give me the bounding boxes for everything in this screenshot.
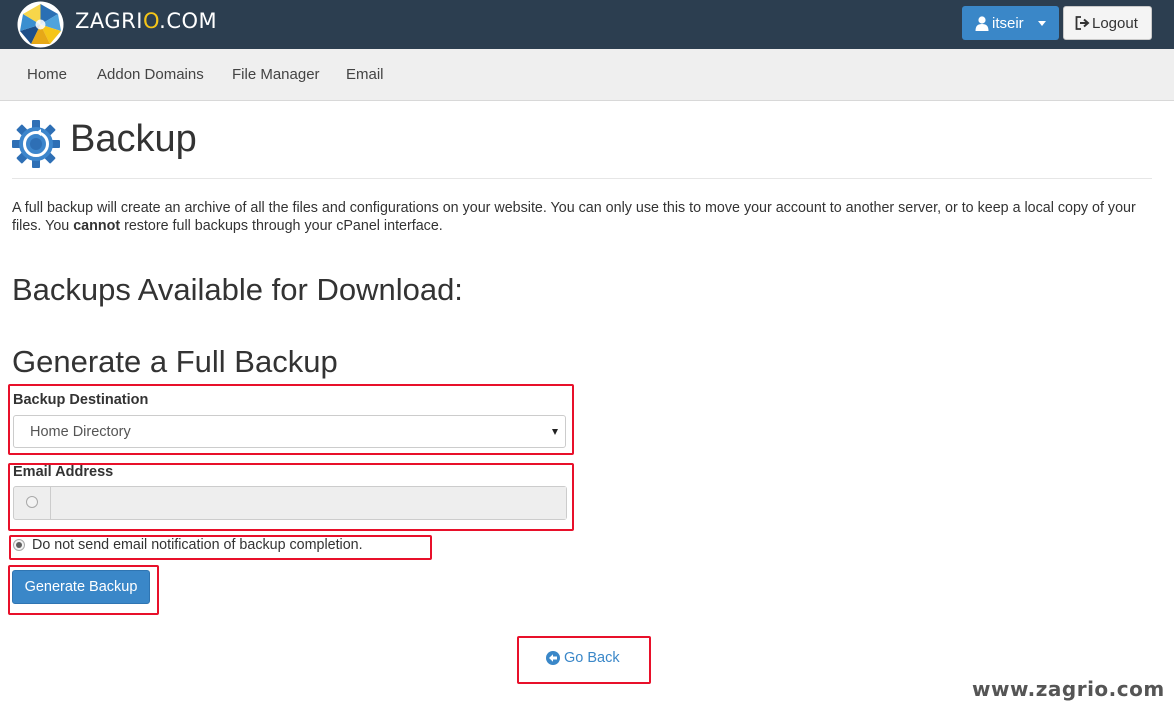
email-address-label: Email Address <box>13 464 114 480</box>
caret-down-icon <box>1038 21 1046 26</box>
arrow-circle-left-icon <box>546 651 560 665</box>
nav-item-addon-domains[interactable]: Addon Domains <box>97 66 204 83</box>
top-bar: ZAGRIO.COM itseir Logout <box>0 0 1174 49</box>
backup-destination-label: Backup Destination <box>13 392 149 408</box>
email-address-input[interactable] <box>52 487 566 519</box>
logo-text-accent: O <box>142 9 160 33</box>
intro-text-emphasis: cannot <box>73 218 121 234</box>
backups-available-heading: Backups Available for Download: <box>12 272 463 307</box>
go-back-label: Go Back <box>564 650 620 666</box>
logout-label: Logout <box>1092 14 1138 32</box>
email-radio[interactable] <box>26 496 38 508</box>
header-divider <box>12 178 1152 179</box>
intro-text-part: restore full backups through your cPanel… <box>120 218 443 234</box>
logo-text-part: ZAGRI <box>75 9 143 33</box>
user-menu-button[interactable]: itseir <box>962 6 1059 40</box>
no-email-label[interactable]: Do not send email notification of backup… <box>32 537 363 553</box>
user-icon <box>975 15 989 31</box>
logout-icon <box>1075 16 1090 30</box>
logout-button[interactable]: Logout <box>1063 6 1152 40</box>
nav-item-file-manager[interactable]: File Manager <box>232 66 320 83</box>
go-back-link[interactable]: Go Back <box>546 650 620 666</box>
main-nav: Home Addon Domains File Manager Email <box>0 49 1174 101</box>
email-address-group <box>13 486 567 520</box>
backup-destination-select[interactable]: Home Directory <box>13 415 566 448</box>
email-radio-addon[interactable] <box>14 487 51 519</box>
dropdown-arrow-icon <box>552 429 558 435</box>
backup-destination-value: Home Directory <box>30 424 131 440</box>
generate-backup-heading: Generate a Full Backup <box>12 344 338 379</box>
logo-icon[interactable] <box>17 1 64 48</box>
no-email-radio[interactable] <box>13 539 25 551</box>
intro-text: A full backup will create an archive of … <box>12 199 1162 235</box>
watermark: www.zagrio.com <box>972 677 1165 701</box>
generate-backup-button[interactable]: Generate Backup <box>12 570 150 604</box>
logo-text[interactable]: ZAGRIO.COM <box>75 9 217 33</box>
nav-item-home[interactable]: Home <box>27 66 67 83</box>
username-label: itseir <box>992 14 1024 32</box>
logo-text-part: .COM <box>159 9 218 33</box>
page-title: Backup <box>70 118 197 160</box>
nav-item-email[interactable]: Email <box>346 66 384 83</box>
backup-gear-icon <box>12 120 60 168</box>
